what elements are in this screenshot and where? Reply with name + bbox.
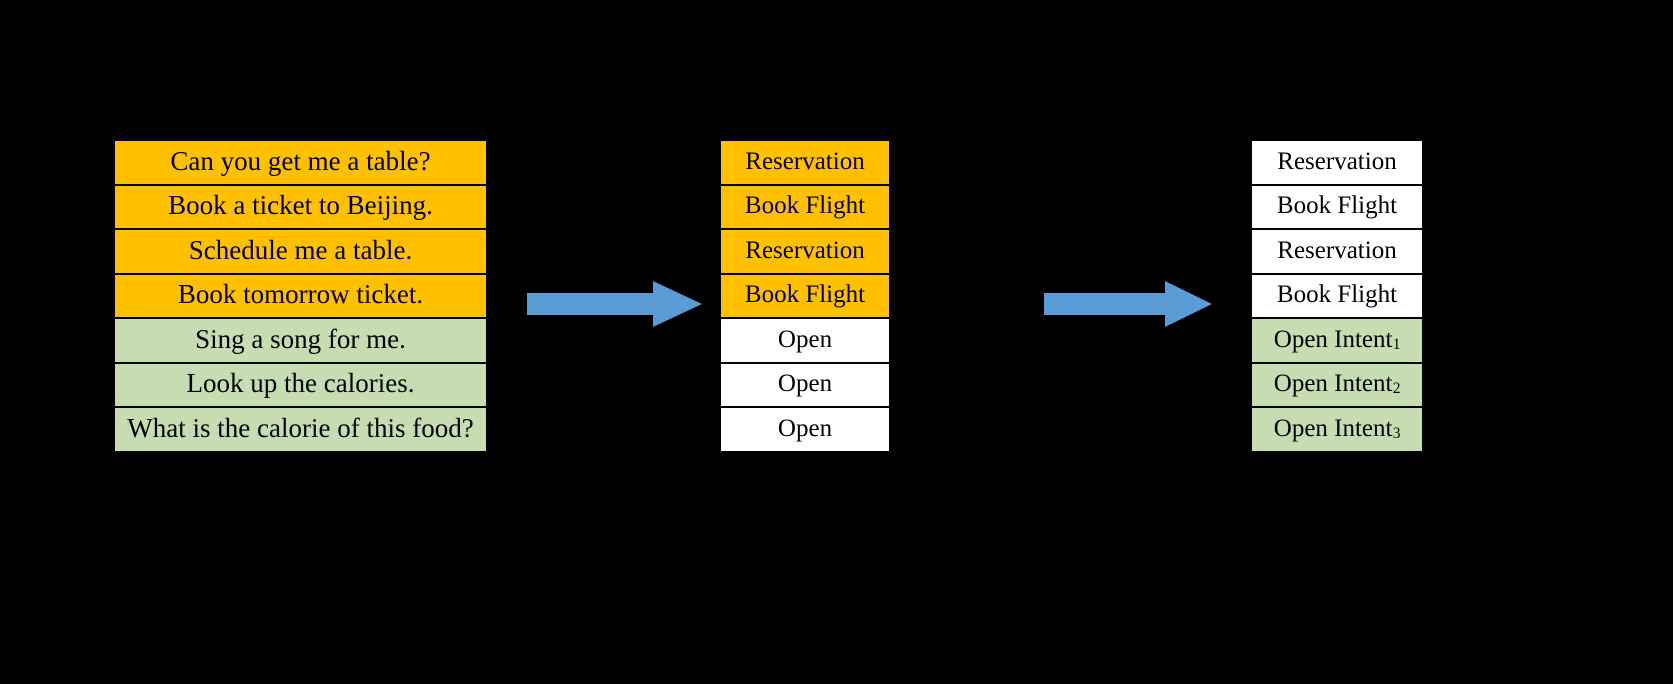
cell-label: Open Intent — [1273, 370, 1393, 398]
cell-label: Book a ticket to Beijing. — [168, 190, 433, 221]
cell-fine-labels-4: Book Flight — [1250, 272, 1424, 319]
cell-label: Open Intent — [1273, 325, 1393, 353]
cell-label: Reservation — [1277, 147, 1397, 175]
cell-fine-labels-5: Open Intent 1 — [1250, 317, 1424, 364]
cell-fine-labels-2: Book Flight — [1250, 183, 1424, 230]
cell-label: Open — [777, 414, 833, 442]
cell-label: Book Flight — [744, 281, 866, 309]
cell-coarse-labels-6: Open — [719, 361, 891, 408]
cell-label: Open — [777, 325, 833, 353]
cell-label-subscript: 1 — [1392, 335, 1401, 353]
arrow-coarse-to-fine-icon — [1044, 281, 1212, 327]
cell-label: Can you get me a table? — [170, 145, 431, 176]
cell-utterances-1: Can you get me a table? — [113, 139, 488, 186]
cell-coarse-labels-3: Reservation — [719, 228, 891, 275]
cell-label: Book tomorrow ticket. — [177, 279, 424, 310]
cell-utterances-4: Book tomorrow ticket. — [113, 272, 488, 319]
column-coarse-labels: Reservation Book Flight Reservation Book Fl… — [719, 139, 891, 453]
cell-label: Reservation — [1277, 236, 1397, 264]
cell-label: Open — [777, 370, 833, 398]
cell-utterances-6: Look up the calories. — [113, 361, 488, 408]
cell-utterances-3: Schedule me a table. — [113, 228, 488, 275]
cell-label: Schedule me a table. — [188, 234, 413, 265]
cell-label-subscript: 2 — [1392, 380, 1401, 398]
cell-fine-labels-3: Reservation — [1250, 228, 1424, 275]
column-utterances: Can you get me a table? Book a ticket to … — [113, 139, 488, 453]
cell-label: Reservation — [745, 236, 865, 264]
column-fine-labels: Reservation Book Flight Reservation Book Fl… — [1250, 139, 1424, 453]
cell-fine-labels-1: Reservation — [1250, 139, 1424, 186]
cell-label: Reservation — [745, 147, 865, 175]
cell-coarse-labels-1: Reservation — [719, 139, 891, 186]
cell-utterances-5: Sing a song for me. — [113, 317, 488, 364]
cell-fine-labels-6: Open Intent 2 — [1250, 361, 1424, 408]
cell-coarse-labels-5: Open — [719, 317, 891, 364]
cell-label-subscript: 3 — [1392, 424, 1401, 442]
cell-label: Look up the calories. — [186, 368, 415, 399]
cell-coarse-labels-4: Book Flight — [719, 272, 891, 319]
cell-label: Book Flight — [1276, 192, 1398, 220]
cell-label: What is the calorie of this food? — [127, 412, 474, 443]
arrow-utterances-to-coarse-icon — [527, 281, 702, 327]
cell-coarse-labels-2: Book Flight — [719, 183, 891, 230]
cell-fine-labels-7: Open Intent 3 — [1250, 406, 1424, 453]
cell-label: Sing a song for me. — [195, 323, 406, 354]
cell-utterances-7: What is the calorie of this food? — [113, 406, 488, 453]
cell-utterances-2: Book a ticket to Beijing. — [113, 183, 488, 230]
cell-label: Book Flight — [744, 192, 866, 220]
diagram-canvas: Can you get me a table? Book a ticket to … — [0, 0, 1673, 684]
cell-label: Book Flight — [1276, 281, 1398, 309]
cell-label: Open Intent — [1273, 414, 1393, 442]
cell-coarse-labels-7: Open — [719, 406, 891, 453]
